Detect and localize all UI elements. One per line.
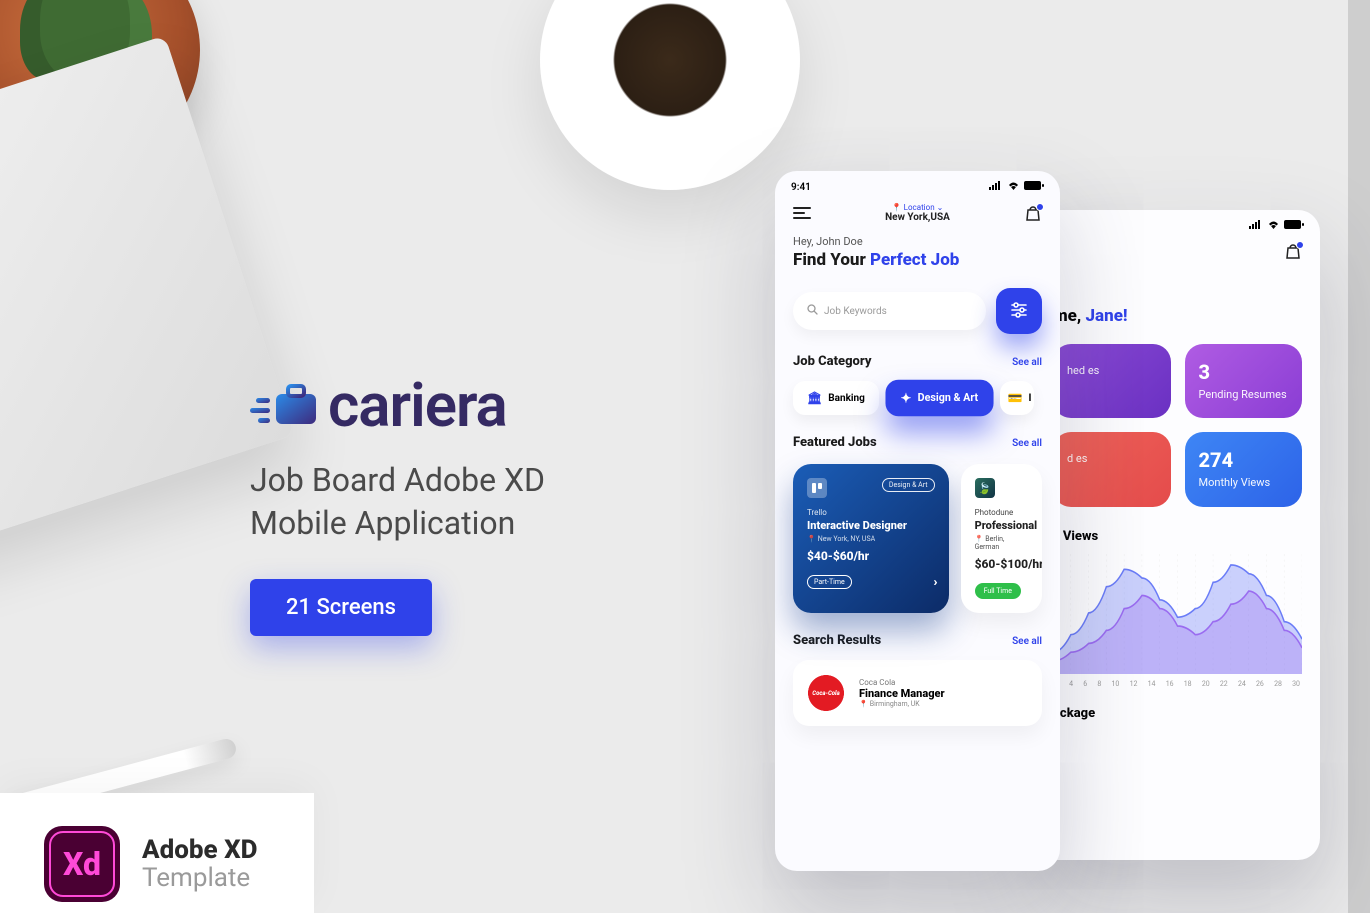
headline: Find Your Perfect Job [793,250,1042,270]
featured-job-card-2[interactable]: 🍃 Photodune Professional Berlin, German … [961,464,1042,613]
job-title: Interactive Designer [807,519,935,532]
chart-x-axis: 24681012141618202224262830 [1053,680,1302,688]
location-selector[interactable]: Location ⌄ New York,USA [885,203,950,223]
result-company: Coca Cola [859,678,945,687]
results-heading: Search Results [793,633,881,648]
status-bar [1035,210,1320,236]
tile-label: d es [1067,452,1157,466]
top-bar [1035,236,1320,262]
hero-subtitle: Job Board Adobe XD Mobile Application [250,459,770,545]
stat-tile-2[interactable]: 3 Pending Resumes [1185,344,1303,418]
battery-icon [1024,181,1044,193]
chip-design-art[interactable]: ✦ Design & Art [885,380,993,416]
bank-icon: 🏛 [807,391,822,405]
welcome-heading: me, Jane! [1053,306,1302,326]
design-icon: ✦ [900,391,911,406]
featured-job-card-1[interactable]: Design & Art Trello Interactive Designer… [793,464,949,613]
stat-tile-1[interactable]: hed es [1053,344,1171,418]
coca-cola-icon: Coca-Cola [805,672,847,714]
search-result-item[interactable]: Coca-Cola Coca Cola Finance Manager Birm… [793,660,1042,726]
cellular-icon [1249,220,1263,232]
briefcase-speed-icon [250,380,322,432]
stats-tiles: hed es 3 Pending Resumes d es 274 Monthl… [1053,344,1302,507]
status-time: 9:41 [791,182,811,193]
badge-subtitle: Template [142,863,258,893]
welcome-name: Jane! [1086,306,1128,326]
headline-pre: Find Your [793,250,870,270]
cellular-icon [989,181,1003,193]
search-placeholder: Job Keywords [824,306,887,317]
package-heading: ackage [1053,706,1302,721]
chip-label: Design & Art [918,392,979,404]
job-pay: $60-$100/hr [975,557,1028,571]
featured-heading: Featured Jobs [793,435,877,450]
views-area-chart [1053,554,1302,674]
hero-block: cariera Job Board Adobe XD Mobile Applic… [250,370,770,636]
result-title: Finance Manager [859,687,945,700]
see-all-results[interactable]: See all [1012,636,1042,647]
wifi-icon [1267,220,1280,232]
badge-title: Adobe XD [142,835,258,865]
screens-count-button[interactable]: 21 Screens [250,579,432,636]
job-type: Part-Time [807,575,852,589]
job-type: Full Time [975,583,1021,599]
chip-banking[interactable]: 🏛 Banking [793,381,879,415]
result-location: Birmingham, UK [859,700,945,708]
wifi-icon [1007,181,1020,193]
decor-right-shadow [1348,0,1370,913]
search-icon [807,304,818,318]
chip-label: Banking [828,393,865,404]
status-bar: 9:41 [775,171,1060,197]
search-input[interactable]: Job Keywords [793,292,986,330]
trello-icon [807,478,827,498]
hero-subtitle-line1: Job Board Adobe XD [250,459,770,502]
category-heading: Job Category [793,354,871,369]
views-heading: y Views [1053,529,1302,544]
location-label: Location [904,203,935,212]
location-city: New York,USA [885,212,950,223]
job-company: Trello [807,508,935,517]
card-icon: 💳 [1008,391,1023,405]
photodune-icon: 🍃 [975,478,995,498]
sliders-icon [1009,300,1029,323]
bag-icon[interactable] [1284,242,1302,260]
tile-number: 3 [1199,360,1289,384]
job-pay: $40-$60/hr [807,549,935,563]
headline-accent: Perfect Job [870,250,959,270]
job-location: New York, NY, USA [807,535,935,543]
top-bar: Location ⌄ New York,USA [775,197,1060,225]
job-title: Professional [975,519,1028,532]
greeting: Hey, John Doe [793,235,1042,248]
brand-logo: cariera [250,370,770,441]
chevron-right-icon: ›› [933,575,934,589]
job-tag: Design & Art [882,478,935,492]
see-all-featured[interactable]: See all [1012,438,1042,449]
chip-label: I [1028,393,1031,404]
job-location: Berlin, German [975,535,1028,551]
tile-number: 274 [1199,448,1289,472]
phone-mockup-dashboard: me, Jane! hed es 3 Pending Resumes d es … [1035,210,1320,860]
tile-label: Pending Resumes [1199,388,1289,402]
stat-tile-3[interactable]: d es [1053,432,1171,506]
adobe-xd-icon: Xd [44,826,120,902]
bag-icon[interactable] [1024,204,1042,222]
job-company: Photodune [975,508,1028,517]
phone-mockup-home: 9:41 Location ⌄ New York,USA Hey, John D… [775,171,1060,871]
brand-name: cariera [328,370,507,441]
tile-label: Monthly Views [1199,476,1289,490]
menu-icon[interactable] [793,207,811,219]
filter-button[interactable] [996,288,1042,334]
format-badge: Xd Adobe XD Template [0,793,314,913]
battery-icon [1284,220,1304,232]
see-all-categories[interactable]: See all [1012,357,1042,368]
stat-tile-4[interactable]: 274 Monthly Views [1185,432,1303,506]
hero-subtitle-line2: Mobile Application [250,502,770,545]
tile-label: hed es [1067,364,1157,378]
decor-coffee-cup [540,0,800,190]
chip-partial[interactable]: 💳 I [1000,381,1034,415]
